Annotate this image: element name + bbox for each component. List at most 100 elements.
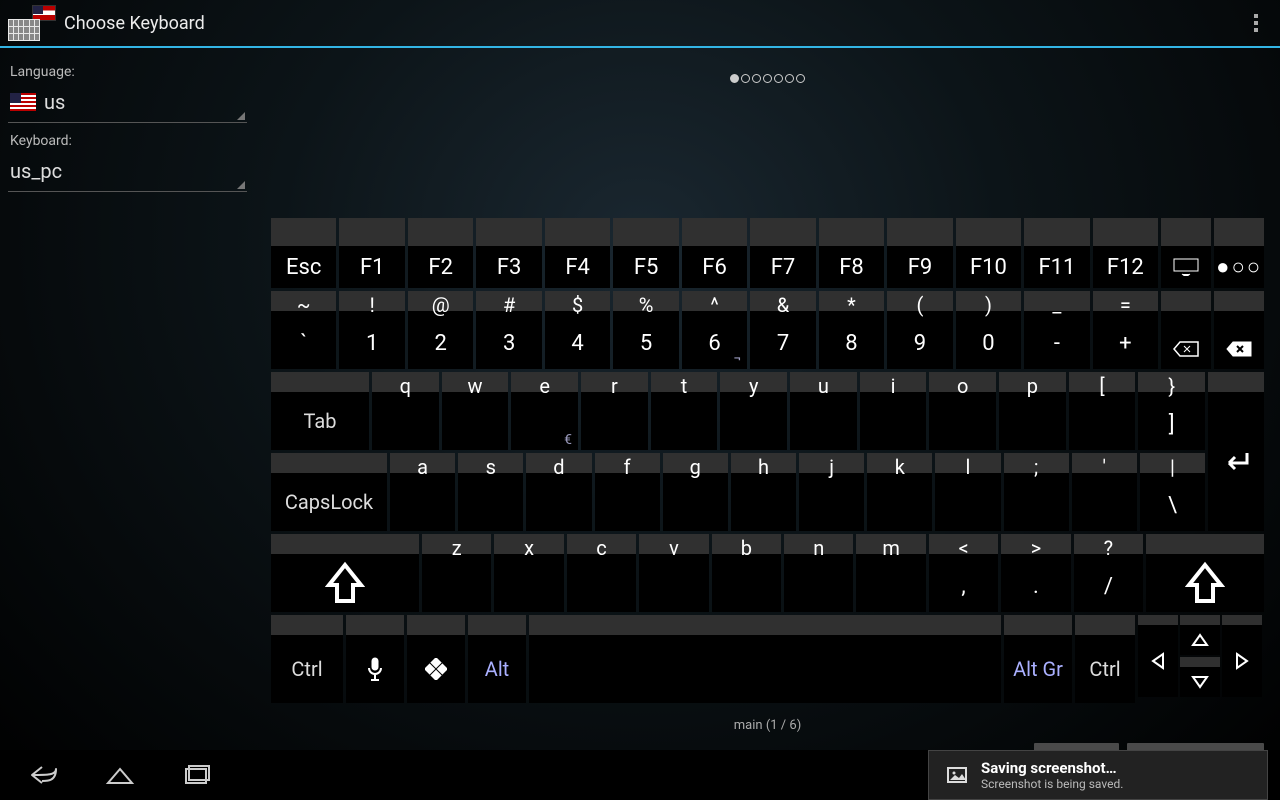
key-`[interactable]: ~` — [271, 291, 336, 369]
key-d[interactable]: d — [526, 453, 591, 531]
keyboard-spinner[interactable]: us_pc — [8, 153, 247, 192]
key-ctrl-right[interactable]: Ctrl — [1075, 615, 1135, 703]
key-/[interactable]: ?/ — [1074, 534, 1143, 612]
home-button[interactable] — [88, 755, 152, 795]
key-ctrl-left[interactable]: Ctrl — [271, 615, 343, 703]
key-2[interactable]: @2 — [408, 291, 473, 369]
overflow-menu-button[interactable] — [1240, 7, 1272, 39]
key-capslock[interactable]: CapsLock — [271, 453, 387, 531]
key-t[interactable]: t — [651, 372, 718, 450]
toast-title: Saving screenshot… — [981, 759, 1123, 777]
key-,[interactable]: <, — [929, 534, 998, 612]
recents-button[interactable] — [164, 755, 228, 795]
key-hide-keyboard[interactable] — [1161, 218, 1211, 288]
key-q[interactable]: q — [372, 372, 439, 450]
key-f[interactable]: f — [595, 453, 660, 531]
key-f12[interactable]: F12 — [1093, 218, 1158, 288]
key-f8[interactable]: F8 — [819, 218, 884, 288]
key-enter[interactable] — [1208, 372, 1264, 531]
key-mic[interactable] — [346, 615, 404, 703]
key-j[interactable]: j — [799, 453, 864, 531]
key-c[interactable]: c — [567, 534, 636, 612]
pager-dot[interactable] — [763, 74, 772, 83]
key-;[interactable]: ; — [1004, 453, 1069, 531]
key-9[interactable]: (9 — [887, 291, 952, 369]
key-g[interactable]: g — [663, 453, 728, 531]
key-f5[interactable]: F5 — [613, 218, 678, 288]
key-alt[interactable]: Alt — [468, 615, 526, 703]
keyboard-preview: EscF1F2F3F4F5F6F7F8F9F10F11F12 ●○○ ~`!1@2… — [255, 48, 1280, 750]
key-k[interactable]: k — [867, 453, 932, 531]
pager-dot[interactable] — [730, 74, 739, 83]
key-0[interactable]: )0 — [956, 291, 1021, 369]
key-f7[interactable]: F7 — [750, 218, 815, 288]
key-esc[interactable]: Esc — [271, 218, 336, 288]
key-x[interactable]: x — [494, 534, 563, 612]
key-o[interactable]: o — [929, 372, 996, 450]
back-button[interactable] — [12, 755, 76, 795]
key-u[interactable]: u — [790, 372, 857, 450]
key-i[interactable]: i — [860, 372, 927, 450]
language-spinner[interactable]: us — [8, 84, 247, 123]
pager-dot[interactable] — [796, 74, 805, 83]
key-space[interactable] — [529, 615, 1001, 703]
key-arrow-right[interactable] — [1222, 615, 1262, 697]
key-h[interactable]: h — [731, 453, 796, 531]
key-b[interactable]: b — [712, 534, 781, 612]
keyboard-value: us_pc — [10, 159, 62, 183]
key-f3[interactable]: F3 — [476, 218, 541, 288]
pager-dot[interactable] — [774, 74, 783, 83]
key-s[interactable]: s — [458, 453, 523, 531]
key-p[interactable]: p — [999, 372, 1066, 450]
key-1[interactable]: !1 — [339, 291, 404, 369]
key-8[interactable]: *8 — [819, 291, 884, 369]
key-shift-right[interactable] — [1146, 534, 1264, 612]
key-shift-left[interactable] — [271, 534, 419, 612]
key-z[interactable]: z — [422, 534, 491, 612]
key-m[interactable]: m — [856, 534, 925, 612]
key-7[interactable]: &7 — [750, 291, 815, 369]
key-super[interactable] — [407, 615, 465, 703]
key-r[interactable]: r — [581, 372, 648, 450]
key-}[interactable]: }] — [1138, 372, 1205, 450]
key-backspace[interactable] — [1214, 291, 1264, 369]
key-6[interactable]: ^6¬ — [682, 291, 747, 369]
key-page-switch[interactable]: ●○○ — [1214, 218, 1264, 288]
pager-dot[interactable] — [741, 74, 750, 83]
key-delete[interactable] — [1161, 291, 1211, 369]
key-w[interactable]: w — [442, 372, 509, 450]
key-3[interactable]: #3 — [476, 291, 541, 369]
pager-dot[interactable] — [752, 74, 761, 83]
key-|[interactable]: |\ — [1140, 453, 1205, 531]
key-4[interactable]: $4 — [545, 291, 610, 369]
key-n[interactable]: n — [784, 534, 853, 612]
key-altgr[interactable]: Alt Gr — [1004, 615, 1072, 703]
key-5[interactable]: %5 — [613, 291, 678, 369]
key-.[interactable]: >. — [1001, 534, 1070, 612]
key-tab[interactable]: Tab — [271, 372, 369, 450]
key-l[interactable]: l — [935, 453, 1000, 531]
key-'[interactable]: ' — [1072, 453, 1137, 531]
key-arrow-down[interactable] — [1180, 657, 1220, 697]
key-f11[interactable]: F11 — [1024, 218, 1089, 288]
key-f10[interactable]: F10 — [956, 218, 1021, 288]
key-f6[interactable]: F6 — [682, 218, 747, 288]
key-arrow-left[interactable] — [1138, 615, 1178, 697]
key-f9[interactable]: F9 — [887, 218, 952, 288]
key-arrow-up[interactable] — [1180, 615, 1220, 655]
pager-dot[interactable] — [785, 74, 794, 83]
key--[interactable]: _- — [1024, 291, 1089, 369]
key-y[interactable]: y — [720, 372, 787, 450]
screenshot-toast[interactable]: Saving screenshot… Screenshot is being s… — [928, 750, 1268, 800]
key-f1[interactable]: F1 — [339, 218, 404, 288]
key-f4[interactable]: F4 — [545, 218, 610, 288]
key-v[interactable]: v — [639, 534, 708, 612]
key-e[interactable]: e€ — [511, 372, 578, 450]
key-+[interactable]: =+ — [1093, 291, 1158, 369]
action-bar: Choose Keyboard — [0, 0, 1280, 48]
keyboard-page-label: main (1 / 6) — [255, 718, 1280, 733]
flag-icon — [10, 93, 36, 111]
key-a[interactable]: a — [390, 453, 455, 531]
key-f2[interactable]: F2 — [408, 218, 473, 288]
key-[[interactable]: [ — [1069, 372, 1136, 450]
